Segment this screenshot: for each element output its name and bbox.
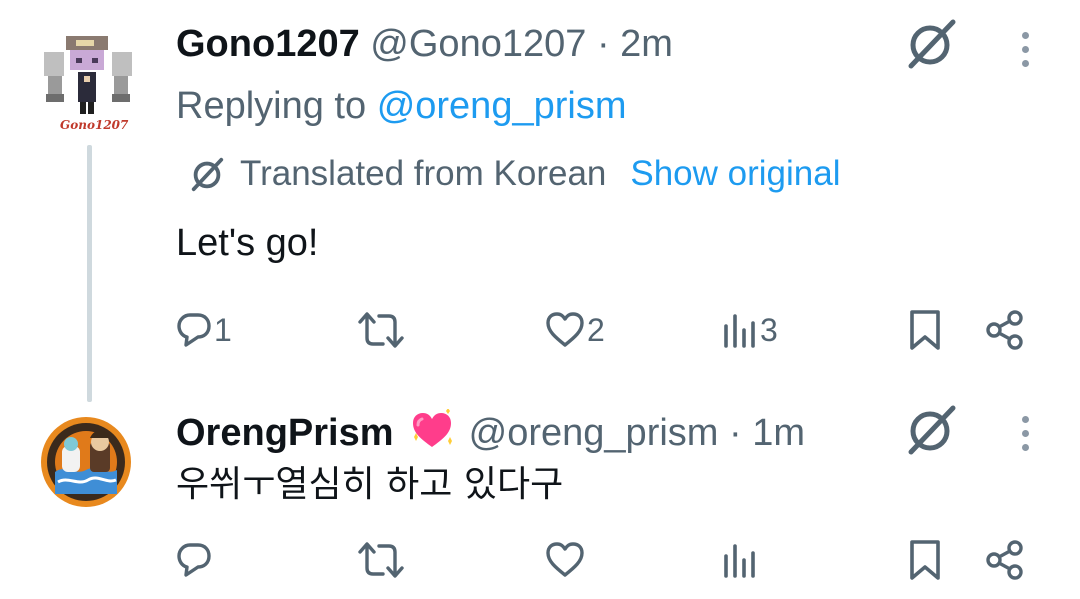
handle[interactable]: @oreng_prism: [469, 412, 719, 454]
sparkling-heart-icon: [413, 409, 453, 447]
like-button[interactable]: [545, 535, 587, 585]
reply-button[interactable]: [176, 535, 214, 585]
avatar-orengprism[interactable]: [40, 416, 132, 508]
share-icon: [986, 540, 1023, 580]
reply-icon: [177, 543, 211, 577]
retweet-icon: [358, 542, 404, 578]
views-button[interactable]: [722, 535, 760, 585]
tweet-text: 우쒸ㅜ열심히 하고 있다구: [176, 464, 564, 505]
tweet-orengprism: OrengPrism @oreng_prism · 1m 우쒸ㅜ열심히 하고 있…: [0, 0, 1080, 599]
display-name[interactable]: OrengPrism: [176, 412, 394, 454]
views-icon: [724, 544, 755, 578]
bookmark-button[interactable]: [908, 535, 942, 585]
heart-icon: [546, 542, 584, 577]
separator-dot: ·: [729, 412, 742, 454]
grok-icon[interactable]: [903, 402, 959, 458]
manhole-cover-icon: [41, 417, 131, 507]
more-icon[interactable]: [1015, 416, 1035, 466]
tweet-header: OrengPrism @oreng_prism · 1m: [176, 409, 805, 455]
timestamp[interactable]: 1m: [752, 412, 805, 454]
bookmark-icon: [910, 540, 940, 580]
share-button[interactable]: [984, 535, 1026, 585]
retweet-button[interactable]: [357, 535, 407, 585]
